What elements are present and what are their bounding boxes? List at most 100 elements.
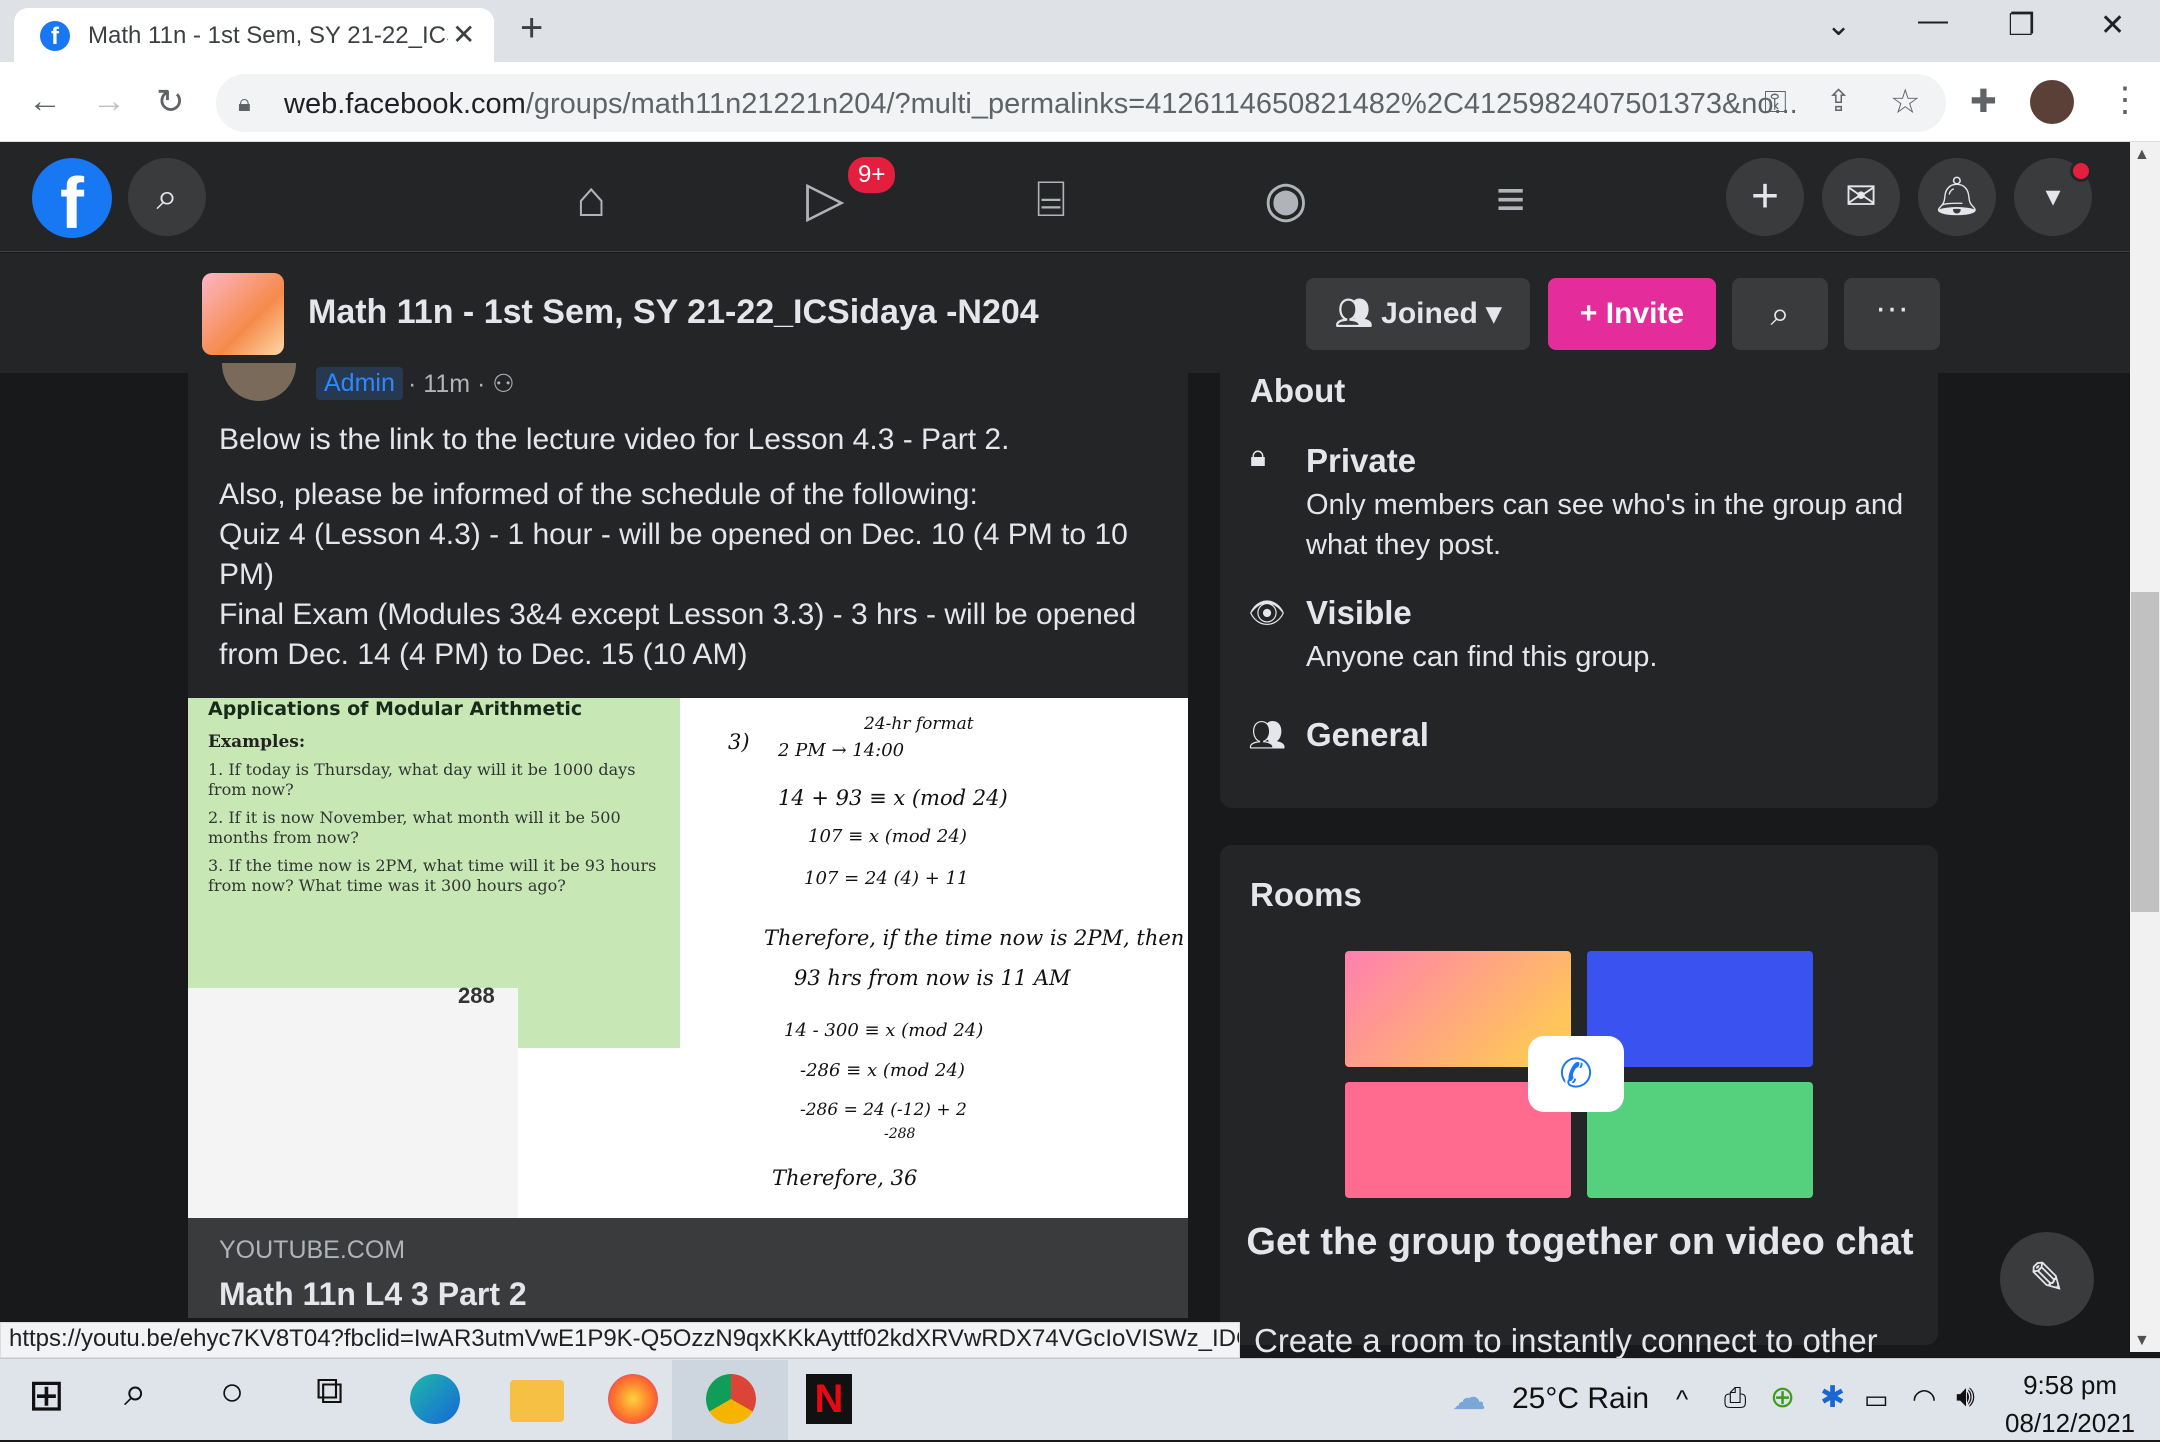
- tray-chevron-icon[interactable]: ^: [1676, 1384, 1688, 1415]
- wifi-icon[interactable]: ◠: [1912, 1382, 1936, 1415]
- extensions-icon[interactable]: ✚: [1970, 82, 1997, 120]
- marketplace-icon[interactable]: ⌸: [1036, 170, 1066, 229]
- handwritten-line: -286 ≡ x (mod 24): [800, 1060, 965, 1081]
- slide-example: 3. If the time now is 2PM, what time wil…: [208, 856, 657, 895]
- menu-icon[interactable]: ≡: [1496, 170, 1525, 228]
- window-close-icon[interactable]: ✕: [2100, 8, 2125, 43]
- url-text[interactable]: web.facebook.com/groups/math11n21221n204…: [284, 88, 1798, 121]
- bookmark-star-icon[interactable]: ☆: [1890, 82, 1920, 122]
- reload-icon[interactable]: ↻: [156, 82, 185, 122]
- cortana-icon[interactable]: ○: [220, 1370, 244, 1415]
- minimize-icon[interactable]: —: [1918, 4, 1948, 38]
- lock-icon[interactable]: 🔒︎: [238, 90, 251, 118]
- new-tab-icon[interactable]: +: [520, 6, 543, 51]
- volume-icon[interactable]: 🔊︎: [1956, 1380, 1975, 1414]
- tab-search-chevron-icon[interactable]: ⌄: [1826, 8, 1851, 43]
- chrome-icon[interactable]: [706, 1374, 756, 1424]
- handwritten-number: 3): [728, 730, 750, 754]
- handwritten-line: -288: [884, 1126, 916, 1142]
- facebook-logo-icon[interactable]: f: [32, 158, 112, 244]
- lock-icon: 🔒︎: [1250, 440, 1266, 473]
- new-message-icon[interactable]: ✎: [2000, 1232, 2094, 1326]
- handwritten-line: 107 = 24 (4) + 11: [804, 868, 969, 889]
- members-icon: 👥︎: [1334, 297, 1382, 330]
- handwritten-line: 93 hrs from now is 11 AM: [794, 966, 1071, 990]
- privacy-title: Private: [1306, 442, 1417, 479]
- visibility-description: Anyone can find this group.: [1306, 641, 1658, 673]
- invite-label: Invite: [1605, 297, 1685, 330]
- facebook-favicon-icon: f: [40, 21, 70, 51]
- handwritten-line: 2 PM → 14:00: [778, 740, 905, 761]
- joined-button[interactable]: 👥︎ Joined ▾: [1306, 278, 1530, 350]
- scrollbar-thumb[interactable]: [2131, 592, 2159, 912]
- battery-icon[interactable]: ▭: [1864, 1384, 1889, 1415]
- forward-icon[interactable]: →: [92, 82, 126, 121]
- search-icon[interactable]: ⌕: [128, 158, 206, 236]
- taskbar-search-icon[interactable]: ⌕: [124, 1370, 146, 1415]
- slide-page-number: 288: [458, 983, 495, 1008]
- group-name[interactable]: Math 11n - 1st Sem, SY 21-22_ICSidaya -N…: [308, 293, 1039, 332]
- scroll-up-icon[interactable]: ▲: [2134, 146, 2150, 164]
- bluetooth-icon[interactable]: ✱: [1820, 1380, 1845, 1415]
- privacy-description: Only members can see who's in the group …: [1306, 489, 1904, 561]
- eye-icon: 👁︎: [1248, 597, 1287, 630]
- link-title[interactable]: Math 11n L4 3 Part 2: [219, 1276, 527, 1313]
- rooms-title: Rooms: [1250, 876, 1362, 913]
- handwritten-note: 24-hr format: [864, 714, 974, 734]
- post-text-line: Below is the link to the lecture video f…: [219, 423, 1010, 456]
- browser-tab[interactable]: f Math 11n - 1st Sem, SY 21-22_ICS ✕: [14, 8, 494, 62]
- clock-date: 08/12/2021: [2005, 1408, 2136, 1438]
- weather-text[interactable]: 25°C Rain: [1512, 1382, 1649, 1416]
- group-cover-thumbnail[interactable]: [202, 273, 284, 355]
- share-icon[interactable]: ⇪: [1826, 84, 1851, 119]
- handwritten-line: 14 - 300 ≡ x (mod 24): [784, 1020, 984, 1041]
- rooms-headline: Get the group together on video chat: [1246, 1221, 1914, 1263]
- tray-plus-icon[interactable]: ⊕: [1770, 1380, 1795, 1415]
- group-search-icon[interactable]: ⌕: [1732, 278, 1828, 350]
- browser-menu-icon[interactable]: ⋮: [2108, 80, 2142, 120]
- edge-icon[interactable]: [410, 1374, 460, 1424]
- audience-icon: ⚇: [492, 370, 515, 398]
- slide-examples-label: Examples:: [208, 732, 306, 752]
- notifications-bell-icon[interactable]: 🔔︎: [1918, 158, 1996, 236]
- back-icon[interactable]: ←: [28, 82, 62, 121]
- home-icon[interactable]: ⌂: [576, 170, 606, 228]
- slide-table-thumbnail: [188, 988, 518, 1218]
- watch-notification-badge: 9+: [845, 154, 899, 196]
- messenger-icon[interactable]: ✉: [1822, 158, 1900, 236]
- groups-icon[interactable]: ◉: [1264, 170, 1308, 228]
- slide-example: 1. If today is Thursday, what day will i…: [208, 760, 636, 799]
- more-options-icon[interactable]: ···: [1844, 278, 1940, 350]
- joined-label: Joined: [1381, 297, 1478, 330]
- file-explorer-icon[interactable]: [510, 1380, 564, 1422]
- clock-time: 9:58 pm: [2023, 1370, 2118, 1400]
- create-icon[interactable]: +: [1726, 158, 1804, 236]
- taskbar-clock[interactable]: 9:58 pm 08/12/2021: [2005, 1366, 2135, 1442]
- scroll-down-icon[interactable]: ▼: [2134, 1332, 2150, 1350]
- key-icon[interactable]: ⚿: [1764, 86, 1787, 120]
- windows-start-icon[interactable]: ⊞: [28, 1370, 65, 1421]
- members-icon: 👥︎: [1248, 719, 1287, 752]
- restore-icon[interactable]: ❐: [2008, 8, 2035, 43]
- netflix-icon[interactable]: N: [806, 1374, 852, 1424]
- link-domain: YOUTUBE.COM: [219, 1236, 406, 1264]
- post-timestamp[interactable]: · 11m · ⚇: [408, 369, 515, 399]
- watch-icon[interactable]: ▷: [806, 170, 844, 228]
- task-view-icon[interactable]: ⧉: [316, 1370, 343, 1413]
- about-title: About: [1250, 372, 1346, 409]
- admin-badge[interactable]: Admin: [316, 367, 403, 400]
- plus-icon: +: [1579, 297, 1606, 330]
- tray-meet-icon[interactable]: ⎙: [1724, 1382, 1746, 1415]
- invite-button[interactable]: + Invite: [1548, 278, 1716, 350]
- handwritten-line: Therefore, 36: [772, 1166, 918, 1190]
- profile-avatar[interactable]: [2030, 80, 2074, 124]
- link-preview-image[interactable]: Applications of Modular Arithmetic Examp…: [188, 698, 1188, 1218]
- firefox-icon[interactable]: [608, 1374, 658, 1424]
- handwritten-line: Therefore, if the time now is 2PM, then: [764, 926, 1185, 950]
- post-text-line: Quiz 4 (Lesson 4.3) - 1 hour - will be o…: [219, 518, 1128, 591]
- account-alert-dot: [2070, 160, 2092, 182]
- group-type-title: General: [1306, 716, 1429, 753]
- tab-close-icon[interactable]: ✕: [452, 18, 475, 51]
- slide-example: 2. If it is now November, what month wil…: [208, 808, 621, 847]
- weather-rain-icon[interactable]: ☁: [1452, 1378, 1486, 1418]
